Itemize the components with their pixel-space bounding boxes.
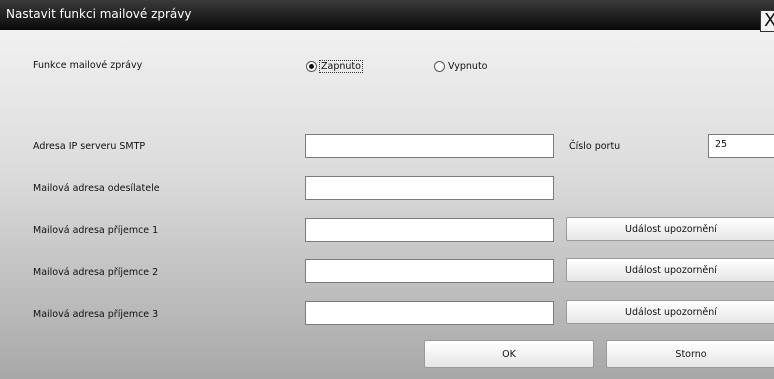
recipient-3-notify-button[interactable]: Událost upozornění xyxy=(566,300,774,324)
mail-settings-dialog: Nastavit funkci mailové zprávy X Funkce … xyxy=(0,0,774,379)
recipient-2-notify-button[interactable]: Událost upozornění xyxy=(566,258,774,282)
recipient-3-input[interactable] xyxy=(305,301,554,325)
close-icon[interactable]: X xyxy=(760,10,774,32)
recipient-1-notify-button[interactable]: Událost upozornění xyxy=(566,217,774,241)
radio-off-label[interactable]: Vypnuto xyxy=(448,61,487,72)
radio-on-circle[interactable] xyxy=(306,60,317,72)
port-input[interactable]: 25 xyxy=(708,134,774,158)
cancel-button[interactable]: Storno xyxy=(606,340,774,368)
smtp-label: Adresa IP serveru SMTP xyxy=(33,141,146,152)
radio-on-label[interactable]: Zapnuto xyxy=(319,59,363,73)
recipient-1-input[interactable] xyxy=(305,218,554,242)
recipient-2-input[interactable] xyxy=(305,259,554,283)
sender-label: Mailová adresa odesílatele xyxy=(33,183,160,194)
title-bar: Nastavit funkci mailové zprávy X xyxy=(0,0,774,32)
recipient-1-label: Mailová adresa příjemce 1 xyxy=(33,225,159,236)
sender-input[interactable] xyxy=(305,176,554,200)
radio-on[interactable]: Zapnuto xyxy=(306,58,363,74)
mail-function-label: Funkce mailové zprávy xyxy=(33,60,143,71)
port-label: Číslo portu xyxy=(569,141,621,152)
ok-button[interactable]: OK xyxy=(424,340,594,368)
recipient-2-label: Mailová adresa příjemce 2 xyxy=(33,267,159,278)
radio-selected-dot xyxy=(309,63,314,69)
recipient-3-label: Mailová adresa příjemce 3 xyxy=(33,309,159,320)
smtp-input[interactable] xyxy=(305,134,554,158)
window-title: Nastavit funkci mailové zprávy xyxy=(6,7,192,21)
radio-off[interactable]: Vypnuto xyxy=(434,58,487,74)
radio-off-circle[interactable] xyxy=(434,60,445,72)
